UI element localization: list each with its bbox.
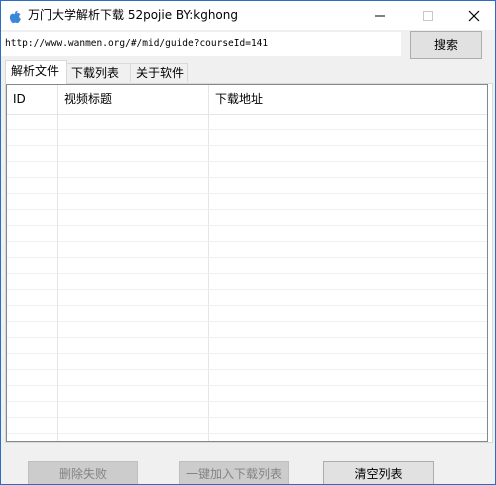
delete-failed-button[interactable]: 删除失败	[28, 461, 138, 484]
url-input[interactable]: http://www.wanmen.org/#/mid/guide?course…	[1, 32, 401, 56]
grid-row-line	[7, 385, 487, 386]
grid-row-line	[7, 209, 487, 210]
column-header-url[interactable]: 下载地址	[209, 85, 487, 114]
maximize-icon	[423, 11, 433, 21]
grid-row-line	[7, 161, 487, 162]
search-button[interactable]: 搜索	[410, 31, 482, 59]
clear-list-button[interactable]: 清空列表	[323, 461, 434, 484]
grid-row-line	[7, 145, 487, 146]
grid-row-line	[7, 369, 487, 370]
close-icon	[468, 10, 480, 22]
tab-about[interactable]: 关于软件	[130, 63, 188, 82]
tab-panel: ID 视频标题 下载地址	[5, 83, 493, 443]
grid-row-line	[7, 177, 487, 178]
list-header: ID 视频标题 下载地址	[7, 85, 487, 115]
grid-row-line	[7, 305, 487, 306]
minimize-icon	[375, 15, 385, 17]
column-divider	[57, 85, 58, 441]
grid-row-line	[7, 241, 487, 242]
title-bar[interactable]: 万门大学解析下载 52pojie BY:kghong	[1, 1, 495, 30]
grid-row-line	[7, 273, 487, 274]
grid-row-line	[7, 337, 487, 338]
tab-parse-file[interactable]: 解析文件	[5, 60, 67, 84]
grid-row-line	[7, 193, 487, 194]
grid-row-line	[7, 353, 487, 354]
grid-row-line	[7, 129, 487, 130]
add-all-to-download-button[interactable]: 一键加入下载列表	[179, 461, 289, 484]
column-header-title[interactable]: 视频标题	[58, 85, 209, 114]
minimize-button[interactable]	[357, 1, 403, 30]
column-divider	[208, 85, 209, 441]
grid-row-line	[7, 289, 487, 290]
app-window: 万门大学解析下载 52pojie BY:kghong http://www.wa…	[0, 0, 496, 485]
video-list[interactable]: ID 视频标题 下载地址	[6, 84, 488, 442]
grid-row-line	[7, 401, 487, 402]
window-title: 万门大学解析下载 52pojie BY:kghong	[28, 8, 239, 22]
apple-icon	[7, 8, 23, 24]
tab-download-list[interactable]: 下载列表	[65, 63, 131, 82]
grid-row-line	[7, 433, 487, 434]
maximize-button	[405, 1, 451, 30]
close-button[interactable]	[451, 1, 495, 30]
grid-row-line	[7, 225, 487, 226]
grid-row-line	[7, 257, 487, 258]
grid-row-line	[7, 321, 487, 322]
column-header-id[interactable]: ID	[7, 85, 58, 114]
grid-row-line	[7, 417, 487, 418]
